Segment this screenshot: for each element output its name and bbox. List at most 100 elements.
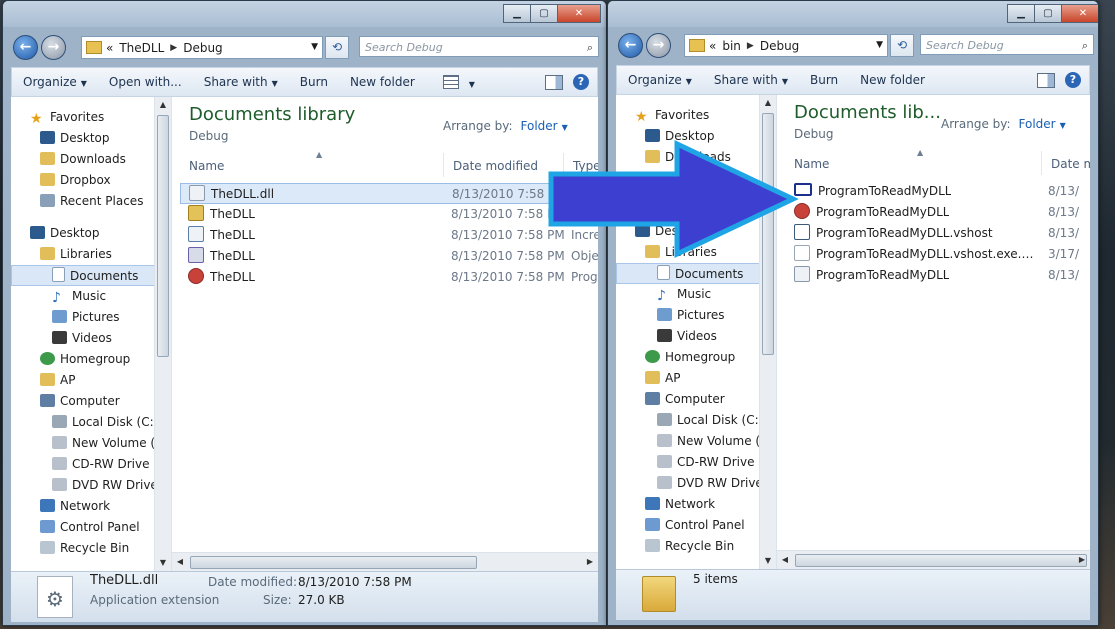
organize-button[interactable]: Organize ▼ (12, 75, 98, 89)
scroll-up-icon[interactable]: ▲ (155, 97, 171, 113)
scroll-down-icon[interactable]: ▼ (155, 555, 171, 571)
chevron-down-icon[interactable]: ▼ (876, 35, 883, 56)
nav-libraries[interactable]: Libraries (11, 244, 155, 265)
breadcrumb-bin[interactable]: bin (722, 39, 741, 53)
share-with-button[interactable]: Share with ▼ (193, 75, 289, 89)
column-name[interactable]: Name (180, 153, 444, 177)
title-bar[interactable]: ▁ ▢ ✕ (3, 1, 606, 27)
nav-scrollbar[interactable]: ▲ ▼ (154, 97, 171, 571)
preview-pane-icon[interactable] (545, 74, 563, 90)
nav-control-panel[interactable]: Control Panel (616, 515, 760, 536)
open-with-button[interactable]: Open with... (98, 75, 193, 89)
refresh-button[interactable]: ⟲ (890, 34, 914, 57)
breadcrumb-separator-icon[interactable]: ▶ (170, 43, 177, 53)
new-folder-button[interactable]: New folder (849, 73, 936, 87)
column-name[interactable]: Name (785, 151, 1042, 175)
nav-new-volume[interactable]: New Volume (D (11, 433, 155, 454)
nav-downloads[interactable]: Downloads (11, 149, 155, 170)
nav-music[interactable]: ♪ Music (616, 284, 760, 305)
close-button[interactable]: ✕ (557, 4, 601, 23)
burn-button[interactable]: Burn (799, 73, 849, 87)
nav-ap[interactable]: AP (616, 368, 760, 389)
nav-network[interactable]: Network (616, 494, 760, 515)
share-with-button[interactable]: Share with ▼ (703, 73, 799, 87)
chevron-down-icon[interactable]: ▼ (1060, 121, 1066, 130)
chevron-down-icon[interactable]: ▼ (562, 123, 568, 132)
column-date-modified[interactable]: Date m (1042, 151, 1090, 175)
nav-dropbox[interactable]: Dropbox (11, 170, 155, 191)
file-row[interactable]: TheDLL.dll 8/13/2010 7:58 PM Appl (180, 183, 598, 204)
arrange-by[interactable]: Arrange by: Folder ▼ (443, 119, 568, 133)
scroll-right-icon[interactable]: ▶ (582, 553, 598, 571)
help-icon[interactable]: ? (1065, 72, 1081, 88)
nav-videos[interactable]: Videos (11, 328, 155, 349)
nav-recent-places[interactable]: Recent Places (11, 191, 155, 212)
nav-computer[interactable]: Computer (11, 391, 155, 412)
arrange-by-value[interactable]: Folder (1019, 117, 1056, 131)
file-row[interactable]: TheDLL 8/13/2010 7:58 PM Objec (180, 246, 598, 267)
forward-arrow-icon[interactable]: → (41, 35, 66, 60)
preview-pane-icon[interactable] (1037, 72, 1055, 88)
arrange-by-value[interactable]: Folder (521, 119, 558, 133)
address-bar[interactable]: « bin ▶ Debug ▼ (684, 34, 888, 57)
nav-ap[interactable]: AP (11, 370, 155, 391)
scroll-right-icon[interactable]: ▶ (1074, 551, 1090, 569)
nav-new-volume[interactable]: New Volume (D (616, 431, 760, 452)
nav-pictures[interactable]: Pictures (11, 307, 155, 328)
nav-desktop-favorite[interactable]: Desktop (11, 128, 155, 149)
nav-documents[interactable]: Documents (616, 263, 760, 284)
nav-recycle-bin[interactable]: Recycle Bin (11, 538, 155, 559)
nav-pictures[interactable]: Pictures (616, 305, 760, 326)
breadcrumb-separator-icon[interactable]: ▶ (747, 41, 754, 51)
nav-favorites[interactable]: ★ Favorites (11, 107, 155, 128)
scroll-left-icon[interactable]: ◀ (172, 553, 188, 571)
file-row[interactable]: ProgramToReadMyDLL 8/13/ (785, 265, 1090, 286)
back-arrow-icon[interactable]: ← (13, 35, 38, 60)
arrange-by[interactable]: Arrange by: Folder ▼ (941, 117, 1066, 131)
nav-recycle-bin[interactable]: Recycle Bin (616, 536, 760, 557)
file-row[interactable]: ProgramToReadMyDLL.vshost.exe.manif... 3… (785, 244, 1090, 265)
search-input[interactable]: Search Debug ⌕ (359, 36, 599, 57)
file-row[interactable]: ProgramToReadMyDLL.vshost 8/13/ (785, 223, 1090, 244)
new-folder-button[interactable]: New folder (339, 75, 426, 89)
address-bar[interactable]: « TheDLL ▶ Debug ▼ (81, 36, 323, 59)
refresh-button[interactable]: ⟲ (325, 36, 349, 59)
nav-computer[interactable]: Computer (616, 389, 760, 410)
minimize-button[interactable]: ▁ (1007, 4, 1035, 23)
nav-homegroup[interactable]: Homegroup (616, 347, 760, 368)
burn-button[interactable]: Burn (289, 75, 339, 89)
nav-local-disk[interactable]: Local Disk (C:) (616, 410, 760, 431)
nav-homegroup[interactable]: Homegroup (11, 349, 155, 370)
search-input[interactable]: Search Debug ⌕ (920, 34, 1094, 55)
nav-local-disk[interactable]: Local Disk (C:) (11, 412, 155, 433)
scroll-thumb[interactable] (157, 115, 169, 357)
nav-control-panel[interactable]: Control Panel (11, 517, 155, 538)
maximize-button[interactable]: ▢ (530, 4, 558, 23)
file-row[interactable]: TheDLL 8/13/2010 7:58 PM Visu (180, 204, 598, 225)
file-row[interactable]: TheDLL 8/13/2010 7:58 PM Progra (180, 267, 598, 288)
breadcrumb-thedll[interactable]: TheDLL (119, 41, 164, 55)
file-row[interactable]: ProgramToReadMyDLL 8/13/ (785, 181, 1090, 202)
nav-cdrw-drive[interactable]: CD-RW Drive (E (616, 452, 760, 473)
maximize-button[interactable]: ▢ (1034, 4, 1062, 23)
scroll-thumb[interactable] (190, 556, 477, 569)
minimize-button[interactable]: ▁ (503, 4, 531, 23)
nav-documents[interactable]: Documents (11, 265, 155, 286)
nav-desktop[interactable]: Desktop (11, 223, 155, 244)
file-row[interactable]: ProgramToReadMyDLL 8/13/ (785, 202, 1090, 223)
close-button[interactable]: ✕ (1061, 4, 1098, 23)
breadcrumb-overflow[interactable]: « (709, 39, 716, 53)
horizontal-scrollbar[interactable]: ◀ ▶ (172, 552, 598, 571)
breadcrumb-debug[interactable]: Debug (760, 39, 799, 53)
help-icon[interactable]: ? (573, 74, 589, 90)
file-row[interactable]: TheDLL 8/13/2010 7:58 PM Increm (180, 225, 598, 246)
nav-network[interactable]: Network (11, 496, 155, 517)
nav-music[interactable]: ♪ Music (11, 286, 155, 307)
forward-arrow-icon[interactable]: → (646, 33, 671, 58)
nav-dvdrw-drive[interactable]: DVD RW Drive ( (616, 473, 760, 494)
horizontal-scrollbar[interactable]: ◀ ▶ (777, 550, 1090, 569)
nav-videos[interactable]: Videos (616, 326, 760, 347)
nav-cdrw-drive[interactable]: CD-RW Drive (E (11, 454, 155, 475)
back-arrow-icon[interactable]: ← (618, 33, 643, 58)
scroll-left-icon[interactable]: ◀ (777, 551, 793, 569)
